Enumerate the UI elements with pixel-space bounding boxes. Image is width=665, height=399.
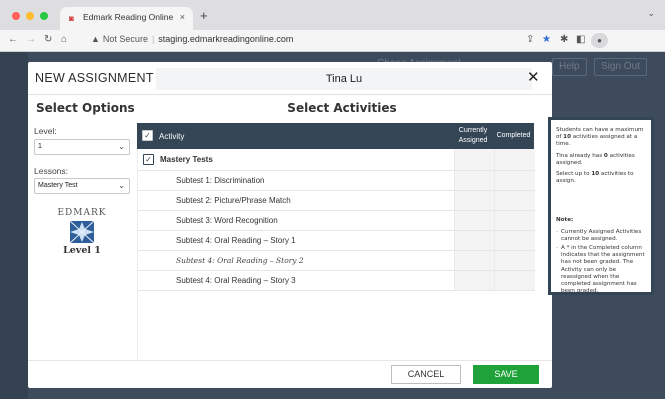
activity-name: Subtest 4: Oral Reading – Story 2 <box>176 256 304 265</box>
assignment-info-panel: Students can have a maximum of 10 activi… <box>548 117 654 295</box>
footer-divider <box>28 360 552 361</box>
background-sidebar <box>0 52 28 399</box>
table-row[interactable]: Subtest 1: Discrimination <box>138 171 535 191</box>
level-select[interactable]: 1 ⌄ <box>34 139 130 155</box>
lessons-label: Lessons: <box>34 166 69 176</box>
maximize-window-icon[interactable] <box>40 12 48 20</box>
tab-list-chevron-icon[interactable]: ⌄ <box>647 9 655 19</box>
tab-close-icon[interactable]: × <box>180 12 185 22</box>
edmark-star-icon <box>69 220 95 244</box>
close-window-icon[interactable] <box>12 12 20 20</box>
background-help-button: Help <box>552 58 587 76</box>
column-completed: Completed <box>496 132 531 139</box>
note-list: Currently Assigned Activities cannot be … <box>556 229 646 296</box>
activity-name: Subtest 2: Picture/Phrase Match <box>176 196 291 205</box>
table-row[interactable]: Subtest 4: Oral Reading – Story 3 <box>138 271 535 291</box>
url-field[interactable]: ▲ Not Secure | staging.edmarkreadingonline.… <box>91 34 293 44</box>
table-row[interactable]: Subtest 3: Word Recognition <box>138 211 535 231</box>
edmark-logo: EDMARK Level 1 <box>48 208 116 256</box>
browser-tab[interactable]: ◙ Edmark Reading Online × <box>60 7 193 30</box>
table-row[interactable]: Subtest 4: Oral Reading – Story 1 <box>138 231 535 251</box>
logo-brand: EDMARK <box>57 208 107 218</box>
chevron-down-icon: ⌄ <box>118 181 125 190</box>
cancel-button[interactable]: CANCEL <box>391 365 461 384</box>
column-currently-assigned: Currently Assigned <box>458 127 488 144</box>
select-options-heading: Select Options <box>36 101 135 115</box>
browser-tab-bar: ◙ Edmark Reading Online × + ⌄ <box>0 0 665 30</box>
column-activity: Activity <box>159 132 185 141</box>
select-all-checkbox[interactable]: ✓ <box>142 130 153 141</box>
bookmark-star-icon[interactable]: ★ <box>542 34 551 45</box>
minimize-window-icon[interactable] <box>26 12 34 20</box>
lessons-value: Mastery Test <box>38 182 78 189</box>
logo-level: Level 1 <box>63 245 101 256</box>
select-activities-heading: Select Activities <box>287 101 397 115</box>
modal-title: NEW ASSIGNMENT <box>35 71 154 85</box>
group-checkbox[interactable]: ✓ <box>143 154 154 165</box>
back-arrow-icon[interactable]: ← <box>8 34 18 45</box>
background-sign-out-button: Sign Out <box>594 58 647 76</box>
address-bar: ← → ↻ ⌂ ▲ Not Secure | staging.edmarkreadin… <box>0 30 665 52</box>
site-favicon-icon: ◙ <box>69 14 74 23</box>
forward-arrow-icon[interactable]: → <box>26 34 36 45</box>
share-icon[interactable]: ⇪ <box>526 34 534 45</box>
table-row[interactable]: Subtest 2: Picture/Phrase Match <box>138 191 535 211</box>
lessons-select[interactable]: Mastery Test ⌄ <box>34 178 130 194</box>
level-value: 1 <box>38 143 42 150</box>
level-label: Level: <box>34 126 57 136</box>
activity-name: Subtest 4: Oral Reading – Story 1 <box>176 236 296 245</box>
note-item: Currently Assigned Activities cannot be … <box>556 229 646 243</box>
activity-name: Subtest 4: Oral Reading – Story 3 <box>176 276 296 285</box>
home-icon[interactable]: ⌂ <box>61 34 67 45</box>
table-row[interactable]: Subtest 4: Oral Reading – Story 2 <box>138 251 535 271</box>
warning-icon: ▲ <box>91 34 100 44</box>
student-name-field: Tina Lu <box>156 68 532 90</box>
profile-avatar-icon[interactable]: ● <box>591 33 608 48</box>
sidebar-icon[interactable]: ◧ <box>576 34 585 45</box>
activity-name: Subtest 1: Discrimination <box>176 176 265 185</box>
extensions-puzzle-icon[interactable]: ✱ <box>560 34 568 45</box>
new-tab-button[interactable]: + <box>200 8 208 23</box>
url-text: staging.edmarkreadingonline.com <box>158 34 294 44</box>
not-secure-label: Not Secure <box>102 34 148 44</box>
divider <box>28 94 552 95</box>
reload-icon[interactable]: ↻ <box>44 34 52 45</box>
note-title: Note: <box>556 217 574 224</box>
already-assigned-text: Tina already has 0 activities assigned. <box>556 152 635 166</box>
activity-name: Subtest 3: Word Recognition <box>176 216 278 225</box>
activities-table-body: ✓ Mastery Tests Subtest 1: Discriminatio… <box>137 149 535 359</box>
save-button[interactable]: SAVE <box>473 365 539 384</box>
note-item: A * in the Completed column indicates th… <box>556 245 646 295</box>
close-icon[interactable]: ✕ <box>527 68 540 86</box>
chevron-down-icon: ⌄ <box>118 142 125 151</box>
table-row-group[interactable]: ✓ Mastery Tests <box>138 149 535 171</box>
max-activities-text: Students can have a maximum of 10 activi… <box>556 127 644 148</box>
new-assignment-modal: NEW ASSIGNMENT Tina Lu ✕ Select Options … <box>28 62 552 388</box>
tab-title: Edmark Reading Online <box>83 12 174 22</box>
group-label: Mastery Tests <box>160 155 213 164</box>
select-up-to-text: Select up to 10 activities to assign. <box>556 171 634 185</box>
activities-table-header: ✓ Activity Currently Assigned Completed <box>137 123 534 149</box>
